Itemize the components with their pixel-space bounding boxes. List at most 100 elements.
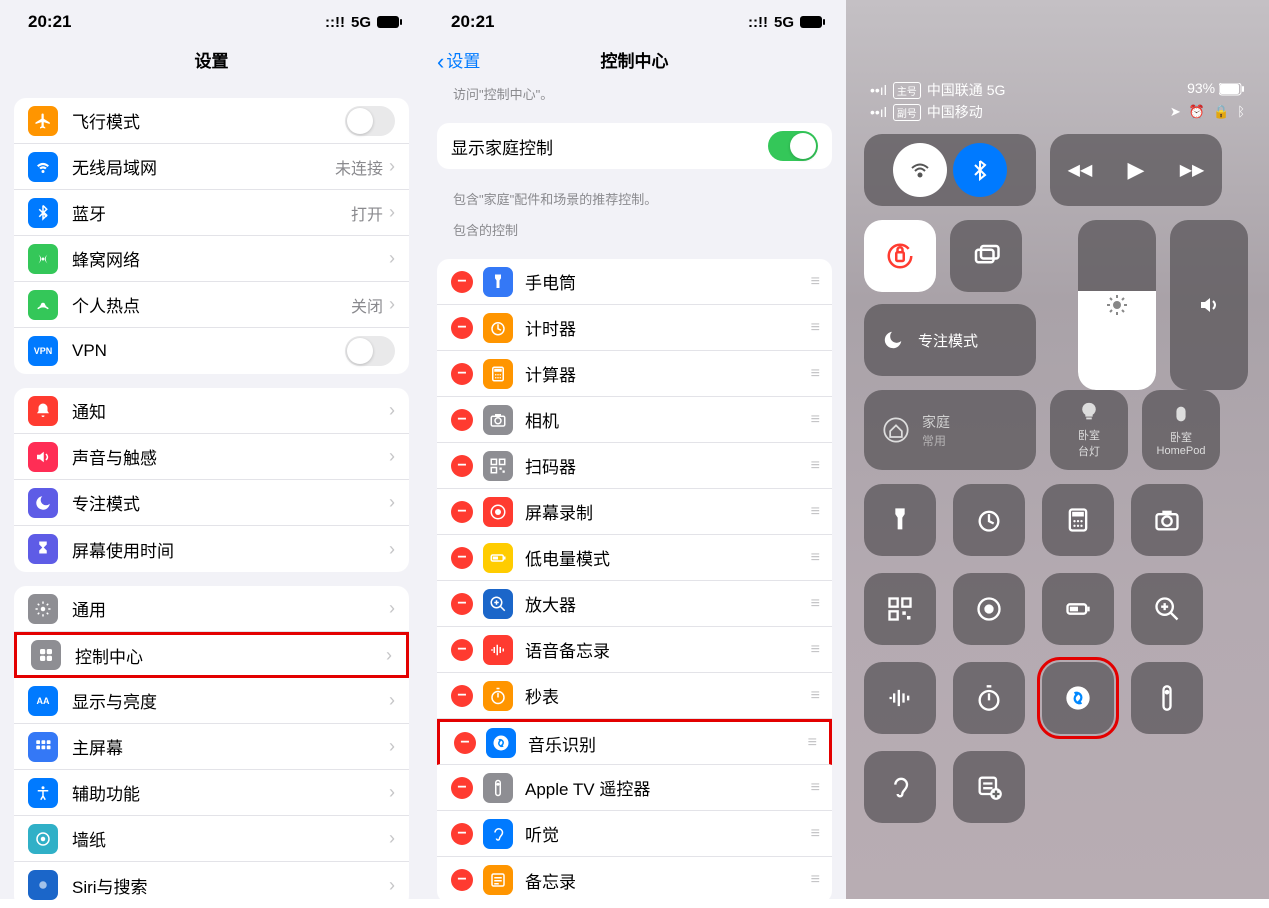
drag-handle-icon[interactable]: ≡ — [811, 365, 818, 383]
control-item-row[interactable]: − 相机 ≡ — [437, 397, 832, 443]
control-item-row[interactable]: − 扫码器 ≡ — [437, 443, 832, 489]
control-item-row[interactable]: − 语音备忘录 ≡ — [437, 627, 832, 673]
home-control-group: 显示家庭控制 — [437, 123, 832, 169]
chevron-right-icon: › — [389, 492, 395, 513]
volume-slider[interactable] — [1170, 220, 1248, 390]
settings-row[interactable]: 控制中心 › — [14, 632, 409, 678]
media-module[interactable]: ◀◀ ▶ ▶▶ — [1050, 134, 1222, 206]
control-item-row[interactable]: − 低电量模式 ≡ — [437, 535, 832, 581]
drag-handle-icon[interactable]: ≡ — [811, 319, 818, 337]
remove-button[interactable]: − — [451, 685, 473, 707]
forward-icon[interactable]: ▶▶ — [1180, 160, 1205, 180]
show-home-control-row[interactable]: 显示家庭控制 — [437, 123, 832, 169]
settings-row[interactable]: 通用 › — [14, 586, 409, 632]
remove-button[interactable]: − — [451, 455, 473, 477]
remove-button[interactable]: − — [451, 409, 473, 431]
cc-tile-timer[interactable] — [953, 484, 1025, 556]
control-item-row[interactable]: − 备忘录 ≡ — [437, 857, 832, 903]
settings-row[interactable]: 蓝牙 打开 › — [14, 190, 409, 236]
home-module[interactable]: 家庭 常用 — [864, 390, 1036, 470]
settings-row[interactable]: AA 显示与亮度 › — [14, 678, 409, 724]
drag-handle-icon[interactable]: ≡ — [811, 411, 818, 429]
drag-handle-icon[interactable]: ≡ — [811, 549, 818, 567]
control-item-row[interactable]: − 屏幕录制 ≡ — [437, 489, 832, 535]
control-item-row[interactable]: − 手电筒 ≡ — [437, 259, 832, 305]
control-item-row[interactable]: − 音乐识别 ≡ — [437, 719, 832, 765]
cc-tile-wave[interactable] — [864, 662, 936, 734]
settings-row[interactable]: 专注模式 › — [14, 480, 409, 526]
home-toggle[interactable] — [768, 131, 818, 161]
cc-tile-remote[interactable] — [1131, 662, 1203, 734]
settings-row[interactable]: 飞行模式 — [14, 98, 409, 144]
remove-button[interactable]: − — [451, 823, 473, 845]
settings-row[interactable]: 无线局域网 未连接 › — [14, 144, 409, 190]
control-item-row[interactable]: − 计算器 ≡ — [437, 351, 832, 397]
settings-row[interactable]: 辅助功能 › — [14, 770, 409, 816]
drag-handle-icon[interactable]: ≡ — [811, 825, 818, 843]
settings-row[interactable]: 墙纸 › — [14, 816, 409, 862]
settings-row[interactable]: VPN VPN — [14, 328, 409, 374]
cc-tile-qr[interactable] — [864, 573, 936, 645]
screen-mirroring-button[interactable] — [950, 220, 1022, 292]
remove-button[interactable]: − — [451, 317, 473, 339]
drag-handle-icon[interactable]: ≡ — [808, 734, 815, 752]
remove-button[interactable]: − — [454, 732, 476, 754]
accessory-lamp[interactable]: 卧室 台灯 — [1050, 390, 1128, 470]
wifi-button[interactable] — [893, 143, 947, 197]
accessory-homepod[interactable]: 卧室 HomePod — [1142, 390, 1220, 470]
drag-handle-icon[interactable]: ≡ — [811, 595, 818, 613]
item-label: Apple TV 遥控器 — [525, 775, 811, 800]
drag-handle-icon[interactable]: ≡ — [811, 641, 818, 659]
focus-button[interactable]: 专注模式 — [864, 304, 1036, 376]
drag-handle-icon[interactable]: ≡ — [811, 871, 818, 889]
remove-button[interactable]: − — [451, 593, 473, 615]
cc-tile-magnify[interactable] — [1131, 573, 1203, 645]
control-item-row[interactable]: − 计时器 ≡ — [437, 305, 832, 351]
control-item-row[interactable]: − 放大器 ≡ — [437, 581, 832, 627]
connectivity-module[interactable] — [864, 134, 1036, 206]
drag-handle-icon[interactable]: ≡ — [811, 503, 818, 521]
cc-tile-camera[interactable] — [1131, 484, 1203, 556]
rewind-icon[interactable]: ◀◀ — [1068, 160, 1093, 180]
remove-button[interactable]: − — [451, 869, 473, 891]
settings-row[interactable]: 蜂窝网络 › — [14, 236, 409, 282]
cc-tile-ear[interactable] — [864, 751, 936, 823]
cc-tile-shazam[interactable] — [1042, 662, 1114, 734]
drag-handle-icon[interactable]: ≡ — [811, 457, 818, 475]
cc-tile-battery[interactable] — [1042, 573, 1114, 645]
control-grid — [864, 484, 1251, 823]
drag-handle-icon[interactable]: ≡ — [811, 687, 818, 705]
toggle[interactable] — [345, 336, 395, 366]
settings-row[interactable]: 声音与触感 › — [14, 434, 409, 480]
back-button[interactable]: ‹ 设置 — [437, 40, 480, 84]
settings-row[interactable]: 通知 › — [14, 388, 409, 434]
cc-tile-notes-add[interactable] — [953, 751, 1025, 823]
settings-row[interactable]: Siri与搜索 › — [14, 862, 409, 908]
control-item-row[interactable]: − Apple TV 遥控器 ≡ — [437, 765, 832, 811]
cc-tile-flashlight[interactable] — [864, 484, 936, 556]
remove-button[interactable]: − — [451, 363, 473, 385]
bluetooth-icon — [28, 198, 58, 228]
item-label: 屏幕录制 — [525, 499, 811, 524]
drag-handle-icon[interactable]: ≡ — [811, 273, 818, 291]
settings-row[interactable]: 主屏幕 › — [14, 724, 409, 770]
bell-icon — [28, 396, 58, 426]
control-item-row[interactable]: − 听觉 ≡ — [437, 811, 832, 857]
remove-button[interactable]: − — [451, 501, 473, 523]
remove-button[interactable]: − — [451, 639, 473, 661]
orientation-lock-button[interactable] — [864, 220, 936, 292]
drag-handle-icon[interactable]: ≡ — [811, 779, 818, 797]
toggle[interactable] — [345, 106, 395, 136]
settings-row[interactable]: 个人热点 关闭 › — [14, 282, 409, 328]
cc-tile-stopwatch[interactable] — [953, 662, 1025, 734]
remove-button[interactable]: − — [451, 547, 473, 569]
cc-tile-calc[interactable] — [1042, 484, 1114, 556]
brightness-slider[interactable] — [1078, 220, 1156, 390]
cc-tile-record[interactable] — [953, 573, 1025, 645]
settings-row[interactable]: 屏幕使用时间 › — [14, 526, 409, 572]
play-icon[interactable]: ▶ — [1128, 157, 1145, 183]
remove-button[interactable]: − — [451, 777, 473, 799]
control-item-row[interactable]: − 秒表 ≡ — [437, 673, 832, 719]
bluetooth-button[interactable] — [953, 143, 1007, 197]
remove-button[interactable]: − — [451, 271, 473, 293]
